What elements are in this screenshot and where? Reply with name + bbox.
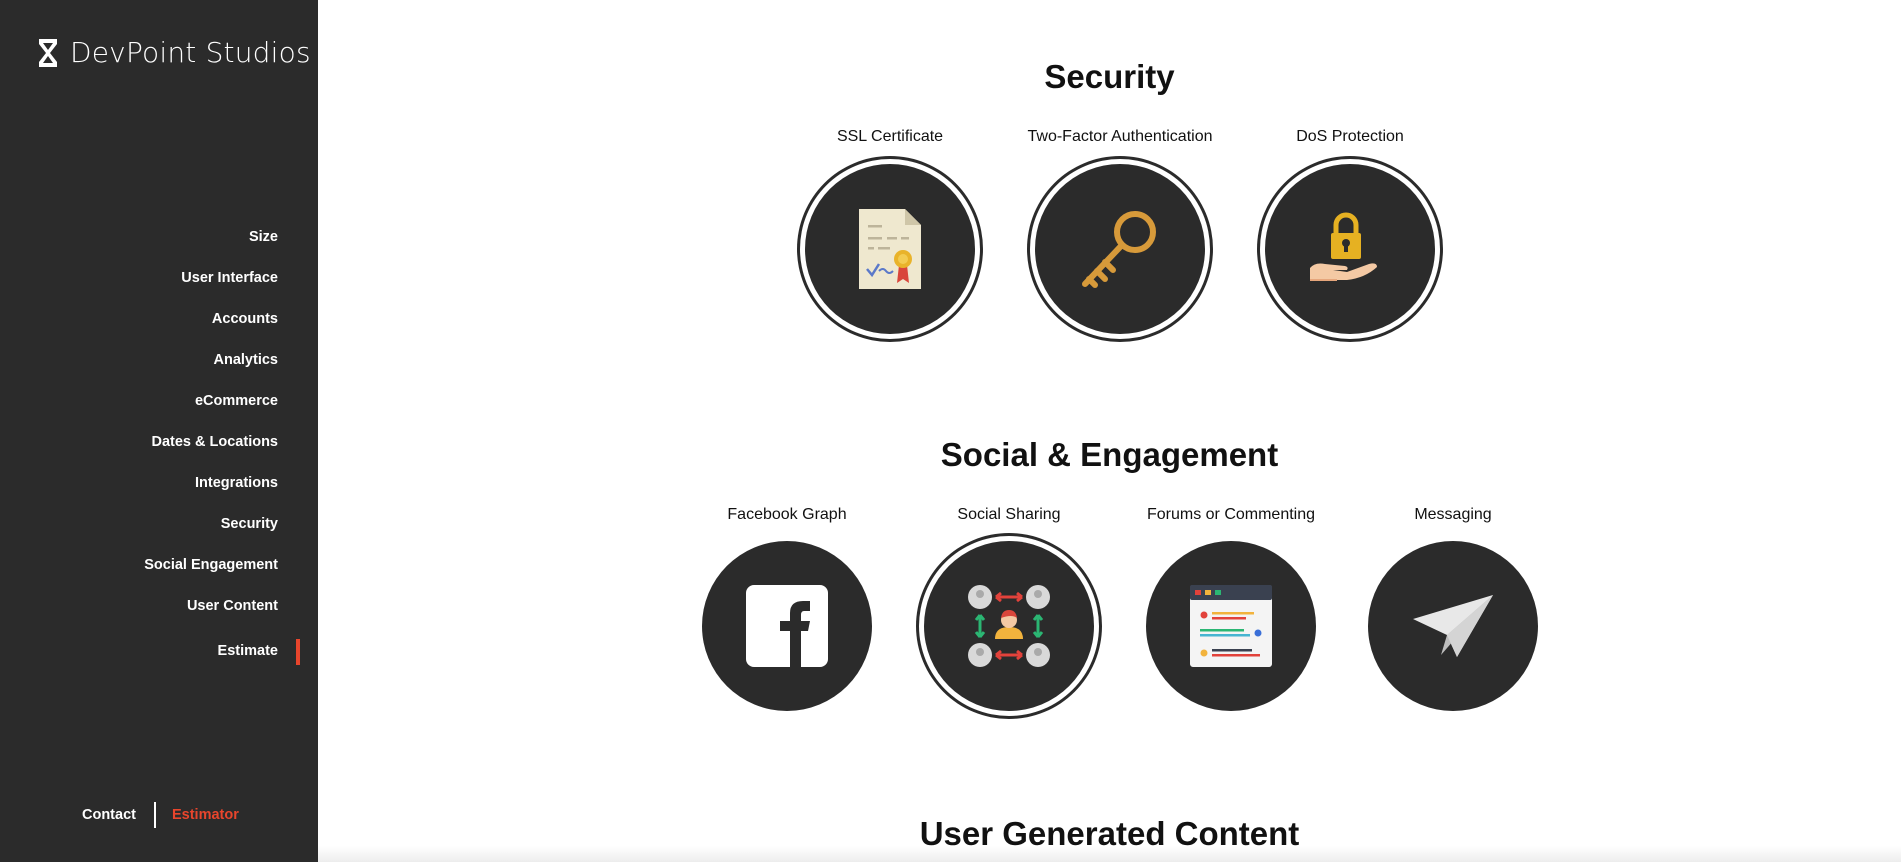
feature-toggle-messaging[interactable]	[1368, 541, 1538, 711]
section-title-security: Security	[1044, 58, 1175, 95]
main-content: Security SSL Certificate Two-Factor Auth	[318, 0, 1901, 862]
sidebar-footer: Contact Estimator	[82, 802, 239, 828]
devpoint-logo-icon	[39, 38, 57, 67]
sidebar-item-size[interactable]: Size	[144, 224, 278, 265]
sidebar-item-user-interface[interactable]: User Interface	[144, 265, 278, 306]
feature-toggle-ssl-certificate[interactable]	[805, 164, 975, 334]
sidebar-item-integrations[interactable]: Integrations	[144, 470, 278, 511]
estimator-link[interactable]: Estimator	[172, 807, 239, 823]
feature-toggle-dos-protection[interactable]	[1265, 164, 1435, 334]
scroll-fade	[318, 846, 1901, 862]
sidebar-item-ecommerce[interactable]: eCommerce	[144, 388, 278, 429]
feature-toggle-two-factor-authentication[interactable]	[1035, 164, 1205, 334]
feature-label: Two-Factor Authentication	[1027, 128, 1213, 145]
feature-toggle-facebook-graph[interactable]	[702, 541, 872, 711]
sidebar-item-security[interactable]: Security	[144, 511, 278, 552]
brand[interactable]: DevPoint Studios	[36, 36, 311, 69]
feature-dos-protection: DoS Protection	[1230, 125, 1470, 334]
feature-forums-or-commenting: Forums or Commenting	[1111, 503, 1351, 711]
facebook-icon	[746, 585, 828, 667]
certificate-icon	[859, 209, 921, 289]
feature-messaging: Messaging	[1333, 503, 1573, 711]
contact-link[interactable]: Contact	[82, 807, 136, 823]
feature-toggle-forums-or-commenting[interactable]	[1146, 541, 1316, 711]
feature-label: Social Sharing	[957, 506, 1061, 523]
section-title-social-engagement: Social & Engagement	[940, 436, 1279, 473]
sidebar-nav: Size User Interface Accounts Analytics e…	[144, 224, 300, 679]
feature-label: Facebook Graph	[727, 506, 847, 523]
feature-facebook-graph: Facebook Graph	[667, 503, 907, 711]
feature-label: SSL Certificate	[836, 128, 944, 145]
feature-label: Forums or Commenting	[1146, 506, 1316, 523]
brand-name: DevPoint Studios	[70, 36, 311, 69]
social-network-icon	[968, 585, 1050, 667]
sidebar-item-dates-locations[interactable]: Dates & Locations	[144, 429, 279, 470]
feature-label: DoS Protection	[1296, 128, 1404, 145]
paper-plane-icon	[1413, 595, 1493, 657]
sidebar-item-estimate[interactable]: Estimate	[144, 638, 300, 679]
sidebar-item-analytics[interactable]: Analytics	[144, 347, 278, 388]
sidebar: DevPoint Studios Size User Interface Acc…	[0, 0, 318, 862]
feature-toggle-social-sharing[interactable]	[924, 541, 1094, 711]
sidebar-item-user-content[interactable]: User Content	[144, 593, 278, 634]
forum-window-icon	[1190, 585, 1272, 667]
feature-social-sharing: Social Sharing	[889, 503, 1129, 711]
feature-ssl-certificate: SSL Certificate	[770, 125, 1010, 334]
sidebar-item-social-engagement[interactable]: Social Engagement	[144, 552, 278, 593]
sidebar-item-accounts[interactable]: Accounts	[144, 306, 278, 347]
feature-label: Messaging	[1414, 506, 1492, 523]
padlock-hand-icon	[1310, 212, 1377, 281]
footer-divider	[153, 802, 156, 828]
feature-two-factor-authentication: Two-Factor Authentication	[1000, 125, 1240, 334]
key-icon	[1082, 211, 1156, 288]
